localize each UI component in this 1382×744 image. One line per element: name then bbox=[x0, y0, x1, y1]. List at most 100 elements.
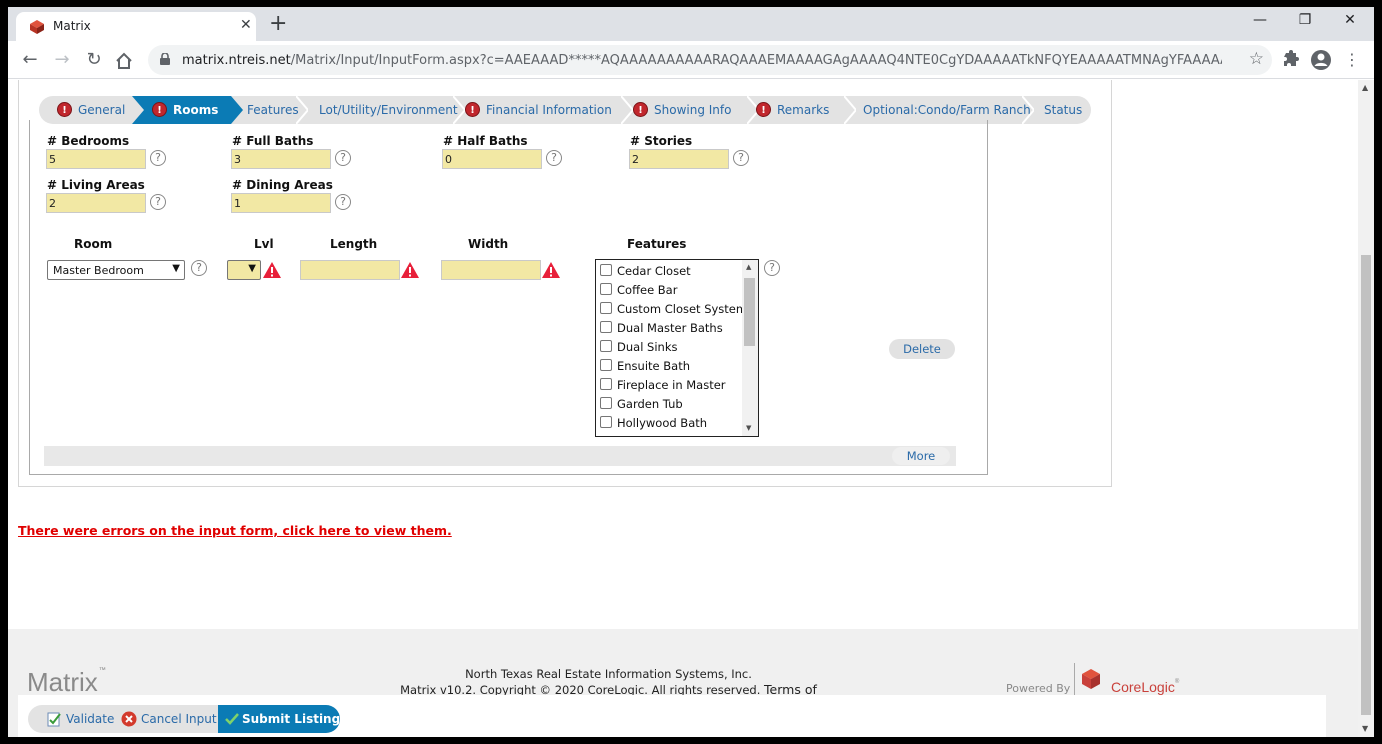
feature-option[interactable]: Dual Sinks bbox=[600, 340, 677, 358]
action-bar: Validate Cancel Input Submit Listing bbox=[18, 695, 1326, 737]
warning-icon bbox=[263, 262, 281, 278]
step-status[interactable]: Status bbox=[1044, 96, 1082, 124]
help-icon[interactable]: ? bbox=[733, 150, 749, 166]
validate-icon bbox=[47, 712, 61, 727]
cancel-icon bbox=[121, 711, 137, 727]
checkbox[interactable] bbox=[600, 359, 612, 371]
scroll-down-icon[interactable]: ▼ bbox=[746, 424, 751, 432]
lvl-header: Lvl bbox=[254, 237, 274, 251]
features-listbox[interactable]: Cedar Closet Coffee Bar Custom Closet Sy… bbox=[595, 259, 759, 437]
tab-strip: Matrix ✕ + — ❐ ✕ bbox=[8, 7, 1374, 41]
lvl-select[interactable]: ▼ bbox=[227, 260, 261, 280]
back-icon[interactable]: ← bbox=[18, 48, 42, 72]
extensions-icon[interactable] bbox=[1278, 49, 1300, 71]
checkbox[interactable] bbox=[600, 302, 612, 314]
listbox-scrollbar[interactable]: ▲ ▼ bbox=[742, 260, 758, 436]
bookmark-star-icon[interactable]: ☆ bbox=[1249, 49, 1264, 69]
room-select[interactable]: Master Bedroom ▼ bbox=[47, 260, 185, 280]
scroll-up-icon[interactable]: ▲ bbox=[1362, 83, 1368, 92]
restore-icon[interactable]: ❐ bbox=[1290, 12, 1320, 28]
error-icon: ! bbox=[633, 102, 648, 117]
cancel-input-button[interactable]: Cancel Input bbox=[121, 705, 217, 733]
address-bar[interactable]: matrix.ntreis.net/Matrix/Input/InputForm… bbox=[148, 45, 1272, 75]
width-header: Width bbox=[468, 237, 509, 251]
help-icon[interactable]: ? bbox=[335, 194, 351, 210]
chevron-down-icon: ▼ bbox=[172, 263, 180, 274]
feature-option[interactable]: Coffee Bar bbox=[600, 283, 677, 301]
bedrooms-label: # Bedrooms bbox=[47, 134, 130, 148]
width-input[interactable] bbox=[441, 260, 541, 280]
length-header: Length bbox=[330, 237, 378, 251]
living-areas-label: # Living Areas bbox=[47, 178, 145, 192]
minimize-icon[interactable]: — bbox=[1245, 12, 1275, 28]
checkbox[interactable] bbox=[600, 283, 612, 295]
page-scrollbar[interactable]: ▲ ▼ bbox=[1358, 80, 1374, 737]
help-icon[interactable]: ? bbox=[150, 194, 166, 210]
page-content: ! General ! Rooms Features Lot/Utility/Env… bbox=[8, 80, 1358, 737]
chevron-down-icon: ▼ bbox=[248, 263, 256, 274]
full-baths-input[interactable]: 3 bbox=[231, 149, 331, 169]
feature-option[interactable]: Hollywood Bath bbox=[600, 416, 707, 434]
checkbox[interactable] bbox=[600, 321, 612, 333]
living-areas-input[interactable]: 2 bbox=[46, 193, 146, 213]
home-icon[interactable] bbox=[114, 51, 134, 71]
bedrooms-input[interactable]: 5 bbox=[46, 149, 146, 169]
scroll-thumb[interactable] bbox=[1361, 255, 1371, 715]
powered-by-label: Powered By bbox=[1006, 682, 1071, 695]
half-baths-input[interactable]: 0 bbox=[442, 149, 542, 169]
browser-tab[interactable]: Matrix ✕ bbox=[16, 12, 256, 41]
matrix-favicon-icon bbox=[30, 20, 44, 34]
forward-icon[interactable]: → bbox=[50, 48, 74, 72]
feature-option[interactable]: Dual Master Baths bbox=[600, 321, 723, 339]
reload-icon[interactable]: ↻ bbox=[82, 48, 106, 72]
corelogic-logo: CoreLogic® bbox=[1111, 679, 1180, 695]
help-icon[interactable]: ? bbox=[191, 260, 207, 276]
checkbox[interactable] bbox=[600, 416, 612, 428]
feature-option[interactable]: Ensuite Bath bbox=[600, 359, 690, 377]
error-icon: ! bbox=[465, 102, 480, 117]
scroll-down-icon[interactable]: ▼ bbox=[1362, 724, 1368, 733]
help-icon[interactable]: ? bbox=[335, 150, 351, 166]
tab-close-icon[interactable]: ✕ bbox=[240, 17, 252, 33]
help-icon[interactable]: ? bbox=[546, 150, 562, 166]
checkmark-icon bbox=[225, 713, 239, 725]
length-input[interactable] bbox=[300, 260, 400, 280]
window-close-icon[interactable]: ✕ bbox=[1335, 12, 1365, 28]
feature-option[interactable]: Custom Closet System bbox=[600, 302, 747, 320]
more-button[interactable]: More bbox=[892, 447, 950, 465]
room-header: Room bbox=[74, 237, 113, 251]
stories-input[interactable]: 2 bbox=[629, 149, 729, 169]
checkbox[interactable] bbox=[600, 340, 612, 352]
error-icon: ! bbox=[152, 102, 167, 117]
help-icon[interactable]: ? bbox=[150, 150, 166, 166]
warning-icon bbox=[542, 262, 560, 278]
rooms-panel: # Bedrooms 5 ? # Full Baths 3 ? # Half B… bbox=[29, 120, 988, 475]
validate-button[interactable]: Validate bbox=[46, 705, 114, 733]
feature-option[interactable]: Cedar Closet bbox=[600, 264, 691, 282]
checkbox[interactable] bbox=[600, 264, 612, 276]
error-icon: ! bbox=[756, 102, 771, 117]
scroll-up-icon[interactable]: ▲ bbox=[746, 263, 751, 271]
new-tab-button[interactable]: + bbox=[269, 11, 287, 37]
more-bar bbox=[44, 446, 956, 466]
feature-option[interactable]: Fireplace in Master bbox=[600, 378, 726, 396]
footer-divider bbox=[1074, 663, 1075, 699]
dining-areas-input[interactable]: 1 bbox=[231, 193, 331, 213]
corelogic-logo-icon bbox=[1082, 669, 1100, 689]
checkbox[interactable] bbox=[600, 397, 612, 409]
action-buttons: Validate Cancel Input Submit Listing bbox=[28, 705, 340, 733]
checkbox[interactable] bbox=[600, 378, 612, 390]
errors-link[interactable]: There were errors on the input form, cli… bbox=[18, 523, 452, 538]
browser-toolbar: ← → ↻ matrix.ntreis.net/Matrix/Input/Inp… bbox=[8, 41, 1374, 79]
feature-option[interactable]: Garden Tub bbox=[600, 397, 683, 415]
profile-icon[interactable] bbox=[1310, 49, 1332, 71]
submit-listing-button[interactable]: Submit Listing bbox=[218, 705, 340, 733]
warning-icon bbox=[401, 262, 419, 278]
step-separator bbox=[1022, 96, 1034, 124]
menu-kebab-icon[interactable]: ⋮ bbox=[1340, 48, 1364, 72]
delete-button[interactable]: Delete bbox=[889, 339, 955, 359]
browser-window: Matrix ✕ + — ❐ ✕ ← → ↻ matrix.ntreis.net… bbox=[8, 7, 1374, 737]
scroll-thumb[interactable] bbox=[744, 278, 755, 346]
lock-icon bbox=[160, 53, 170, 65]
help-icon[interactable]: ? bbox=[764, 260, 780, 276]
